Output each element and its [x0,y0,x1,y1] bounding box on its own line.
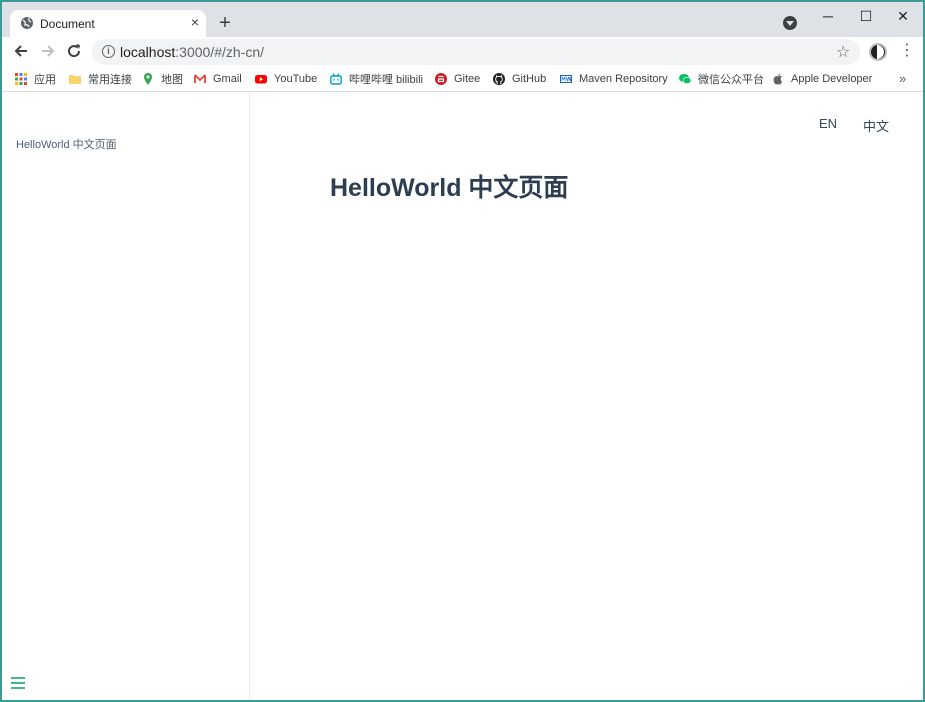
globe-icon [21,17,33,29]
apps-grid-icon [15,73,27,85]
bookmark-label: 应用 [34,74,56,86]
new-tab-button[interactable]: + [215,13,235,34]
tab-strip: Document × + ─ ☐ ✕ [2,2,923,37]
bookmark-gitee[interactable]: Gitee [435,71,480,87]
nav-link-zh[interactable]: 中文 [863,116,889,135]
url-text: localhost:3000/#/zh-cn/ [120,44,264,60]
close-window-button[interactable]: ✕ [887,6,919,28]
maps-pin-icon [144,73,152,85]
apple-icon [773,73,782,85]
close-tab-icon[interactable]: × [188,15,202,29]
bookmark-folder[interactable]: 常用连接 [69,71,132,87]
bookmark-label: Gitee [454,73,481,85]
bookmark-label: 哔哩哔哩 bilibili [349,74,423,86]
bookmark-label: Gmail [213,73,242,85]
reload-icon[interactable] [64,41,84,61]
bookmark-apps[interactable]: 应用 [15,71,56,87]
wechat-icon [679,74,691,84]
forward-icon[interactable] [38,41,58,61]
bookmark-youtube[interactable]: YouTube [255,71,317,87]
bookmark-label: YouTube [274,73,318,85]
bookmark-star-icon[interactable]: ☆ [836,42,850,62]
browser-window: Document × + ─ ☐ ✕ i localhost:3000/#/zh… [2,2,923,700]
bookmark-apple-developer[interactable]: Apple Developer [772,71,872,87]
browser-toolbar: i localhost:3000/#/zh-cn/ ☆ ⋮ [2,37,923,66]
minimize-button[interactable]: ─ [812,6,844,28]
gitee-icon [435,73,447,85]
folder-icon [69,75,81,84]
sidebar-item-helloworld[interactable]: HelloWorld 中文页面 [16,136,117,152]
bookmark-label: 常用连接 [88,74,132,86]
gmail-icon [194,74,206,83]
bookmarks-bar: 应用 常用连接 地图 Gmail YouTube 哔哩哔哩 bilibili G… [2,66,923,92]
bookmark-bilibili[interactable]: 哔哩哔哩 bilibili [330,71,423,87]
bookmark-maven[interactable]: Maven Repository [560,71,668,87]
bookmark-label: Apple Developer [791,73,873,85]
tab-title: Document [40,17,95,31]
back-icon[interactable] [11,41,31,61]
page-title: HelloWorld 中文页面 [330,174,569,202]
more-menu-icon[interactable]: ⋮ [899,42,915,60]
profile-avatar-icon[interactable] [869,43,887,61]
maven-icon [560,75,572,83]
bookmark-label: 地图 [161,74,183,86]
bookmark-label: 微信公众平台 [698,74,764,86]
bookmark-gmail[interactable]: Gmail [194,71,242,87]
tab-search-icon[interactable] [783,16,797,30]
bookmark-github[interactable]: GitHub [493,71,546,87]
info-icon[interactable]: i [102,45,115,58]
bookmark-maps[interactable]: 地图 [142,71,183,87]
bilibili-icon [330,73,342,85]
maximize-button[interactable]: ☐ [850,6,882,28]
nav-link-en[interactable]: EN [819,116,837,131]
bookmark-label: GitHub [512,73,547,85]
sidebar-toggle-icon[interactable] [11,677,25,689]
address-bar[interactable]: i localhost:3000/#/zh-cn/ ☆ [92,39,860,65]
page-content: HelloWorld 中文页面 EN 中文 HelloWorld 中文页面 [2,93,923,700]
bookmark-wechat[interactable]: 微信公众平台 [679,71,764,87]
bookmark-label: Maven Repository [579,73,668,85]
bookmarks-overflow-icon[interactable]: » [899,71,906,86]
youtube-icon [255,75,267,84]
tab-document[interactable]: Document × [10,10,206,37]
github-icon [493,73,505,85]
sidebar: HelloWorld 中文页面 [2,93,250,700]
